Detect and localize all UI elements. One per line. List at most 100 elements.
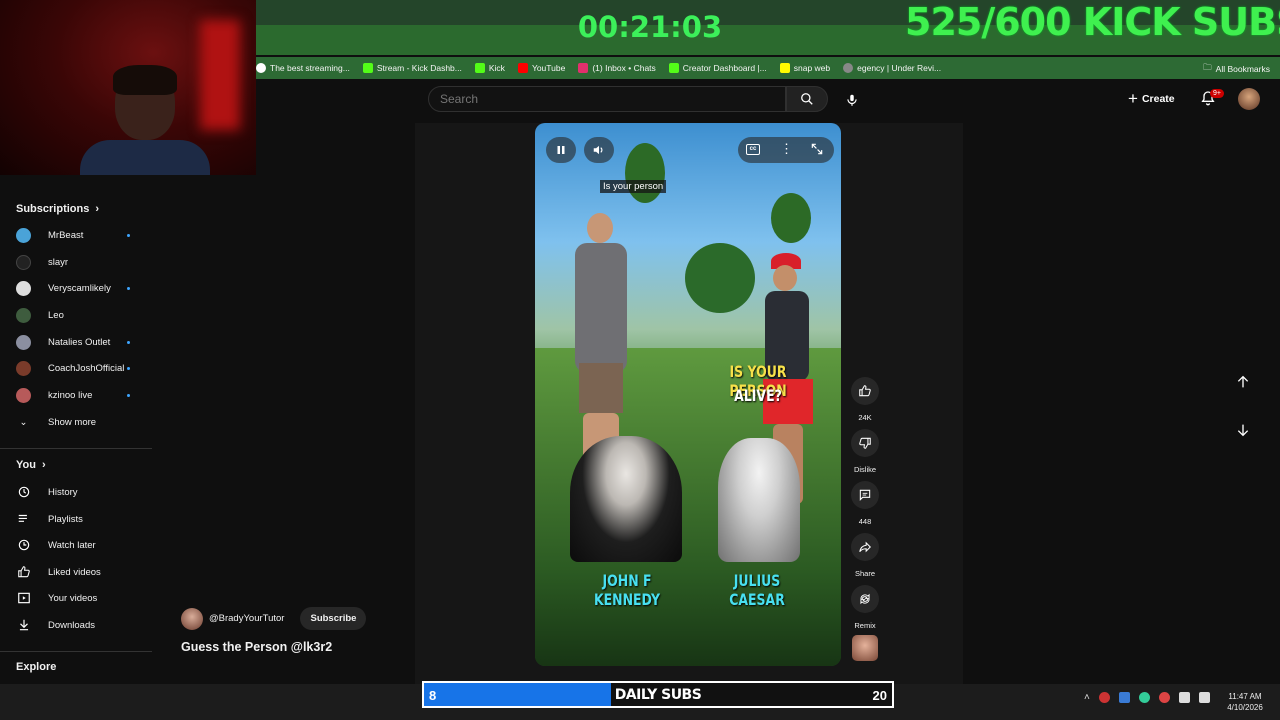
comments-button[interactable]: 448 [850, 481, 880, 526]
share-button[interactable]: Share [850, 533, 880, 578]
bookmark-item[interactable]: snap web [779, 63, 830, 73]
create-button[interactable]: + Create [1128, 86, 1192, 112]
channel-avatar [16, 360, 31, 376]
bookmark-item[interactable]: Kick [474, 63, 505, 73]
kick-icon [668, 63, 679, 73]
all-bookmarks-button[interactable]: 🗀 All Bookmarks [1203, 62, 1270, 76]
share-label: Share [854, 569, 875, 578]
browser-tray-icon[interactable] [1138, 692, 1150, 703]
fullscreen-button[interactable] [810, 142, 824, 161]
chevron-down-icon: ⌄ [19, 416, 28, 428]
daily-subs-goal: 20 [872, 688, 887, 703]
thumbs-up-icon [859, 385, 871, 397]
network-icon[interactable] [1178, 692, 1190, 703]
new-content-dot [127, 340, 130, 344]
channel-avatar [16, 280, 31, 296]
dislike-button[interactable]: Dislike [850, 429, 880, 474]
channel-avatar [16, 254, 31, 270]
option-right-label: JULIUS CAESAR [729, 571, 785, 609]
previous-short-button[interactable] [1235, 374, 1255, 394]
chevron-right-icon: › [41, 459, 46, 471]
new-content-dot [127, 233, 130, 237]
like-count: 24K [858, 413, 872, 422]
audio-source-avatar[interactable] [852, 635, 878, 661]
account-avatar[interactable] [1238, 88, 1260, 110]
channel-avatar[interactable] [181, 607, 203, 630]
sidebar-item-your-videos[interactable]: Your videos [16, 587, 146, 609]
your-videos-icon [16, 591, 31, 606]
bookmark-item[interactable]: The best streaming... [256, 63, 350, 73]
search-input[interactable] [428, 86, 786, 112]
captions-icon: cc [749, 146, 757, 152]
bookmarks-bar: The best streaming... Stream - Kick Dash… [256, 57, 1280, 79]
kick-subs-goal: 525/600 KICK SUBS [905, 0, 1280, 44]
comment-count: 448 [858, 517, 872, 526]
short-title[interactable]: Guess the Person @lk3r2 [181, 640, 332, 654]
folder-icon: 🗀 [1203, 62, 1212, 72]
sidebar-item-playlists[interactable]: Playlists [16, 508, 146, 530]
sidebar-item-natalies-outlet[interactable]: Natalies Outlet [16, 331, 146, 353]
sidebar-item-slayr[interactable]: slayr [16, 251, 146, 273]
kick-icon [362, 63, 373, 73]
bluetooth-icon[interactable] [1118, 692, 1130, 703]
subscribe-button[interactable]: Subscribe [300, 607, 367, 630]
new-content-dot [127, 286, 130, 290]
explore-heading[interactable]: Explore [16, 661, 56, 673]
system-tray: ˄ [1084, 692, 1210, 703]
expand-icon [811, 143, 823, 155]
sidebar-item-leo[interactable]: Leo [16, 304, 146, 326]
remix-label: Remix [854, 621, 876, 630]
more-options-button[interactable]: ⋮ [780, 141, 793, 157]
player-controls-right: cc ⋮ [738, 137, 834, 163]
chevron-up-icon[interactable]: ˄ [1084, 692, 1090, 703]
sidebar-item-kzinoo-live[interactable]: kzinoo live [16, 384, 146, 406]
sidebar-divider [0, 448, 152, 449]
new-content-dot [127, 393, 130, 397]
sidebar-item-history[interactable]: History [16, 481, 146, 503]
sidebar-item-liked-videos[interactable]: Liked videos [16, 561, 146, 583]
thumbs-up-icon [16, 565, 31, 580]
voice-search-button[interactable] [842, 90, 862, 110]
bookmark-item[interactable]: Stream - Kick Dashb... [362, 63, 462, 73]
globe-icon [256, 63, 266, 73]
sidebar-item-veryscamlikely[interactable]: Veryscamlikely [16, 277, 146, 299]
remix-button[interactable]: Remix [850, 585, 880, 630]
notification-badge: 9+ [1210, 89, 1224, 98]
like-button[interactable]: 24K [850, 377, 880, 422]
microphone-tray-icon[interactable] [1158, 692, 1170, 703]
search-icon [801, 93, 813, 105]
you-heading[interactable]: You › [16, 459, 46, 471]
sidebar-item-coachjoshofficial[interactable]: CoachJoshOfficial [16, 357, 146, 379]
share-icon [859, 541, 871, 553]
new-content-dot [127, 366, 130, 370]
channel-avatar [16, 387, 31, 403]
search-button[interactable] [786, 86, 828, 112]
volume-tray-icon[interactable] [1198, 692, 1210, 703]
plus-icon: + [1128, 89, 1138, 108]
captions-button[interactable]: cc [746, 144, 760, 155]
app-tray-icon[interactable] [1098, 692, 1110, 703]
kennedy-portrait [570, 436, 682, 562]
kick-icon [474, 63, 485, 73]
system-clock[interactable]: 11:47 AM 4/10/2026 [1222, 691, 1268, 713]
bookmark-item[interactable]: Creator Dashboard |... [668, 63, 767, 73]
pause-button[interactable] [546, 137, 576, 163]
bookmark-item[interactable]: egency | Under Revi... [843, 63, 941, 73]
channel-avatar [16, 307, 31, 323]
pause-icon [557, 146, 565, 154]
bookmark-item[interactable]: YouTube [517, 63, 565, 73]
channel-row: @BradyYourTutor Subscribe [181, 607, 367, 630]
watch-later-icon [16, 538, 31, 553]
subscriptions-heading[interactable]: Subscriptions › [16, 203, 99, 215]
show-more-button[interactable]: ⌄ Show more [16, 411, 146, 433]
daily-subs-label: DAILY SUBS [614, 687, 702, 703]
sidebar-item-watch-later[interactable]: Watch later [16, 534, 146, 556]
bookmark-item[interactable]: (1) Inbox • Chats [578, 63, 656, 73]
sidebar-item-mrbeast[interactable]: MrBeast [16, 224, 146, 246]
volume-button[interactable] [584, 137, 614, 163]
clock-date: 4/10/2026 [1227, 703, 1263, 712]
playlists-icon [16, 512, 31, 527]
sidebar-item-downloads[interactable]: Downloads [16, 614, 146, 636]
channel-handle[interactable]: @BradyYourTutor [209, 613, 284, 624]
next-short-button[interactable] [1235, 422, 1255, 442]
